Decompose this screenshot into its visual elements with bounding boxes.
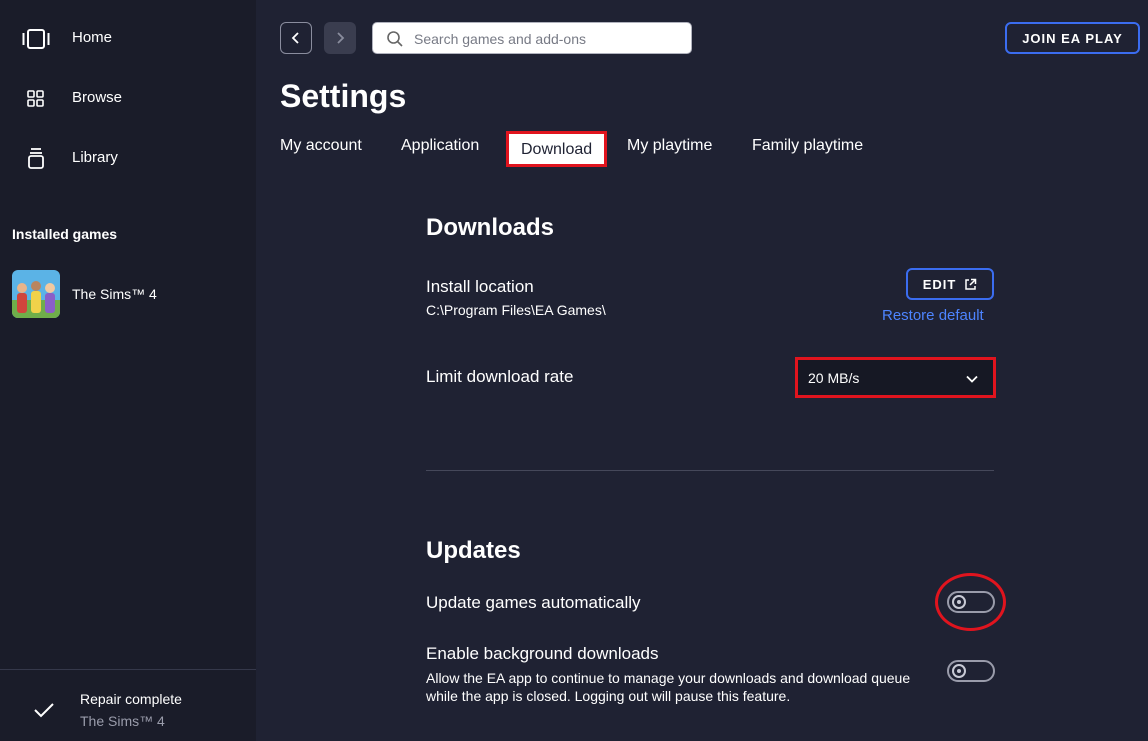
sidebar-divider — [0, 669, 256, 670]
toggle-knob — [952, 664, 966, 678]
sidebar-item-browse[interactable]: Browse — [0, 78, 256, 118]
chevron-down-icon — [966, 375, 978, 383]
game-title: The Sims™ 4 — [72, 286, 157, 302]
sidebar: Home Browse Library Installed games The … — [0, 0, 256, 741]
grid-icon — [27, 90, 44, 107]
installed-game-item[interactable]: The Sims™ 4 — [0, 266, 256, 322]
background-downloads-toggle[interactable] — [947, 660, 995, 682]
join-ea-play-button[interactable]: JOIN EA PLAY — [1005, 22, 1140, 54]
highlight-circle — [935, 573, 1006, 631]
tab-download[interactable]: Download — [506, 131, 608, 167]
background-downloads-description: Allow the EA app to continue to manage y… — [426, 670, 911, 704]
library-icon — [28, 148, 44, 169]
section-divider — [426, 470, 994, 471]
sidebar-item-library[interactable]: Library — [0, 138, 256, 178]
status-subtitle: The Sims™ 4 — [80, 713, 165, 729]
game-thumbnail — [12, 270, 60, 318]
install-location-label: Install location — [426, 277, 534, 296]
chevron-left-icon — [291, 32, 299, 44]
home-icon — [22, 29, 50, 49]
downloads-heading: Downloads — [426, 214, 555, 241]
search-input[interactable] — [414, 28, 684, 50]
edit-location-button[interactable]: EDIT — [906, 268, 994, 300]
install-path: C:\Program Files\EA Games\ — [426, 302, 606, 318]
check-icon — [34, 703, 54, 718]
forward-button[interactable] — [324, 22, 356, 54]
limit-rate-label: Limit download rate — [426, 367, 574, 386]
status-title: Repair complete — [80, 691, 182, 707]
sidebar-item-label: Library — [72, 149, 118, 166]
sidebar-item-label: Browse — [72, 89, 123, 106]
installed-games-heading: Installed games — [12, 226, 118, 242]
page-title: Settings — [280, 78, 407, 114]
download-rate-select[interactable]: 20 MB/s — [795, 357, 996, 398]
tab-my-account[interactable]: My account — [280, 137, 362, 155]
download-rate-value: 20 MB/s — [808, 370, 860, 386]
updates-heading: Updates — [426, 537, 521, 564]
tab-family-playtime[interactable]: Family playtime — [752, 137, 863, 155]
tab-application[interactable]: Application — [401, 137, 479, 155]
search-icon — [387, 31, 403, 47]
tab-my-playtime[interactable]: My playtime — [627, 137, 712, 155]
sidebar-item-label: Home — [72, 29, 113, 46]
back-button[interactable] — [280, 22, 312, 54]
edit-button-label: EDIT — [922, 276, 957, 292]
restore-default-link[interactable]: Restore default — [882, 307, 984, 324]
auto-update-label: Update games automatically — [426, 593, 641, 612]
sidebar-item-home[interactable]: Home — [0, 18, 256, 58]
search-box — [372, 22, 692, 54]
background-downloads-label: Enable background downloads — [426, 644, 659, 663]
chevron-right-icon — [337, 32, 345, 44]
external-link-icon — [965, 278, 977, 290]
